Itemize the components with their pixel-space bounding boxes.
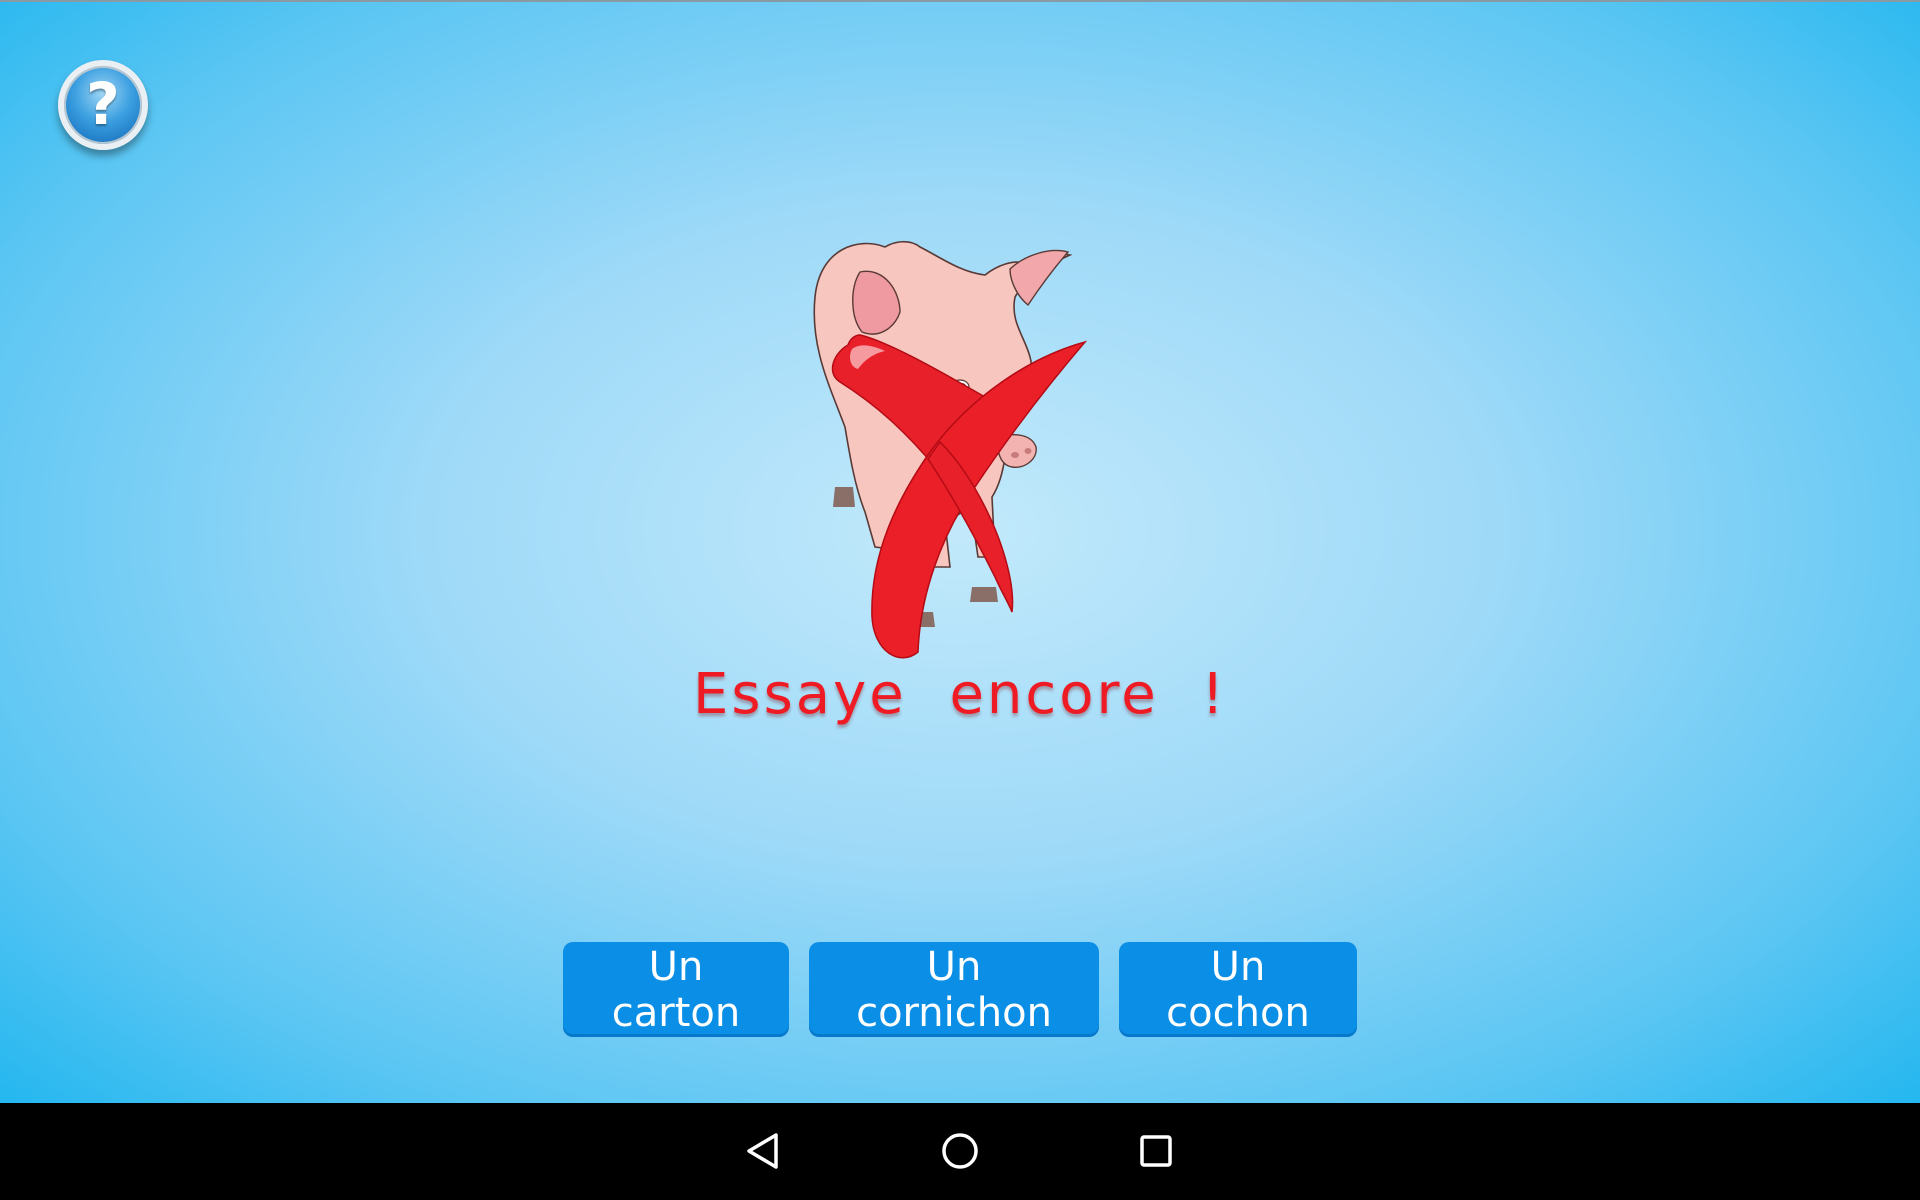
help-button[interactable]: ? bbox=[58, 60, 148, 150]
recents-square-icon bbox=[1140, 1135, 1172, 1167]
choice-button-carton[interactable]: Un carton bbox=[563, 942, 789, 1037]
home-circle-icon bbox=[942, 1133, 978, 1169]
feedback-message: Essaye encore ! bbox=[693, 662, 1227, 727]
choice-button-cochon[interactable]: Un cochon bbox=[1119, 942, 1357, 1037]
answer-choices: Un carton Un cornichon Un cochon bbox=[0, 942, 1920, 1037]
choice-button-cornichon[interactable]: Un cornichon bbox=[809, 942, 1099, 1037]
back-button[interactable] bbox=[733, 1121, 793, 1181]
android-navigation-bar bbox=[0, 1103, 1920, 1200]
question-mark-icon: ? bbox=[86, 70, 120, 138]
back-triangle-icon bbox=[747, 1133, 778, 1169]
home-button[interactable] bbox=[930, 1121, 990, 1181]
picture-area bbox=[800, 227, 1120, 667]
game-screen: ? Essaye encore ! Un carton Un cornichon… bbox=[0, 0, 1920, 1103]
recents-button[interactable] bbox=[1126, 1121, 1186, 1181]
